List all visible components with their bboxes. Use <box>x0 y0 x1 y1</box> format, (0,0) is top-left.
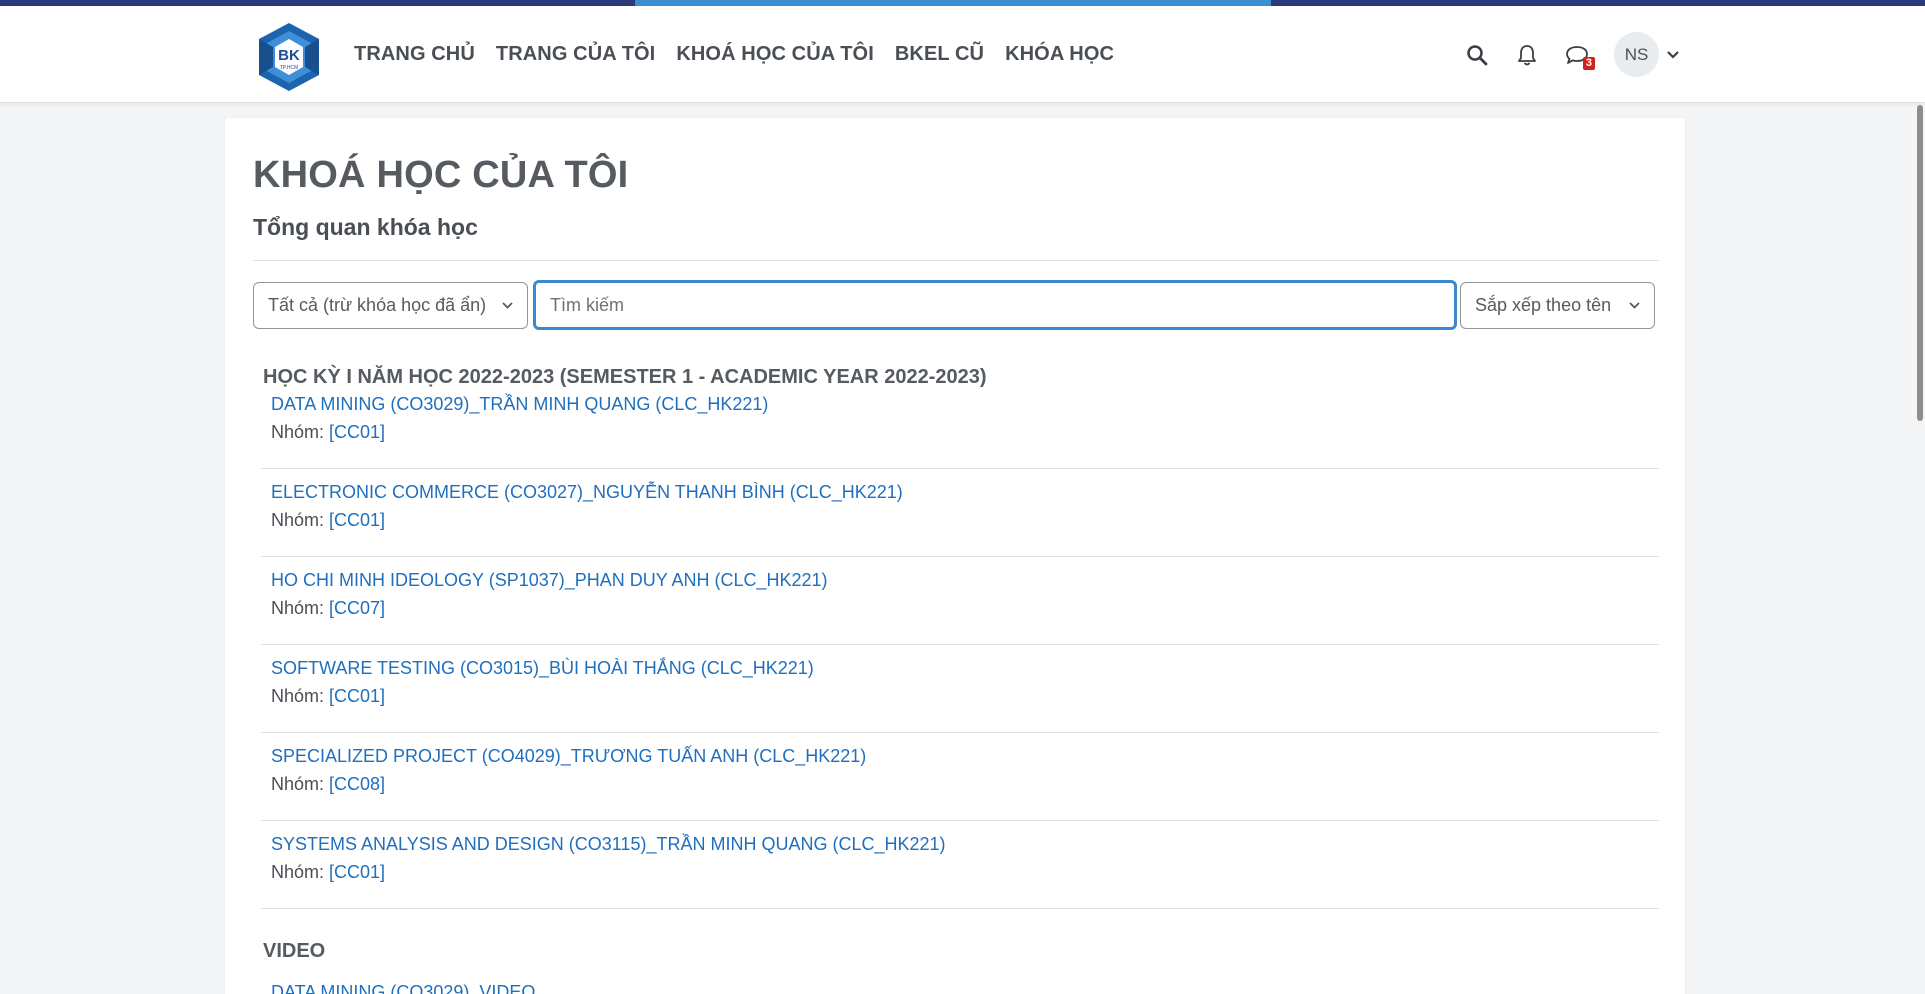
bk-logo-icon: BK TP.HCM <box>259 23 319 91</box>
chevron-down-icon <box>502 302 513 309</box>
nav-bkel-cu[interactable]: BKEL CŨ <box>895 43 984 66</box>
course-link[interactable]: SPECIALIZED PROJECT (CO4029)_TRƯƠNG TUẤN… <box>271 745 1659 767</box>
bell-icon[interactable] <box>1514 42 1540 68</box>
list-item: DATA MINING (CO3029)_TRẦN MINH QUANG (CL… <box>261 381 1659 469</box>
navbar: BK TP.HCM TRANG CHỦ TRANG CỦA TÔI KHOÁ H… <box>0 6 1925 103</box>
user-avatar[interactable]: NS <box>1614 32 1659 77</box>
group-code-link[interactable]: [CC07] <box>329 598 385 618</box>
message-count-badge: 3 <box>1582 56 1595 70</box>
group-label: Nhóm: <box>271 598 325 618</box>
chevron-down-icon <box>1629 302 1640 309</box>
group-label: Nhóm: <box>271 686 325 706</box>
list-item: ELECTRONIC COMMERCE (CO3027)_NGUYỄN THAN… <box>261 469 1659 557</box>
list-item: SPECIALIZED PROJECT (CO4029)_TRƯƠNG TUẤN… <box>261 733 1659 821</box>
course-group: Nhóm: [CC08] <box>271 773 1659 795</box>
main-nav: TRANG CHỦ TRANG CỦA TÔI KHOÁ HỌC CỦA TÔI… <box>354 6 1135 103</box>
search-icon[interactable] <box>1464 42 1490 68</box>
group-label: Nhóm: <box>271 774 325 794</box>
group-code-link[interactable]: [CC01] <box>329 862 385 882</box>
chevron-down-icon[interactable] <box>1667 46 1679 64</box>
course-group: Nhóm: [CC07] <box>271 597 1659 619</box>
group-code-link[interactable]: [CC01] <box>329 686 385 706</box>
nav-actions: 3 NS <box>1440 6 1679 103</box>
course-link[interactable]: DATA MINING (CO3029)_VIDEO <box>271 982 535 994</box>
course-list: DATA MINING (CO3029)_TRẦN MINH QUANG (CL… <box>261 381 1659 909</box>
group-label: Nhóm: <box>271 510 325 530</box>
course-group: Nhóm: [CC01] <box>271 861 1659 883</box>
group-label: Nhóm: <box>271 862 325 882</box>
course-overview-card: KHOÁ HỌC CỦA TÔI Tổng quan khóa học Tất … <box>224 117 1686 994</box>
block-title: Tổng quan khóa học <box>253 214 478 240</box>
course-link[interactable]: ELECTRONIC COMMERCE (CO3027)_NGUYỄN THAN… <box>271 481 1659 503</box>
course-link[interactable]: SYSTEMS ANALYSIS AND DESIGN (CO3115)_TRẦ… <box>271 833 1659 855</box>
scrollbar-thumb[interactable] <box>1917 105 1923 421</box>
svg-text:TP.HCM: TP.HCM <box>280 65 299 71</box>
nav-trang-chu[interactable]: TRANG CHỦ <box>354 43 475 66</box>
course-link[interactable]: SOFTWARE TESTING (CO3015)_BÙI HOÀI THẮNG… <box>271 657 1659 679</box>
search-input[interactable] <box>533 280 1457 330</box>
course-group: Nhóm: [CC01] <box>271 509 1659 531</box>
page-title: KHOÁ HỌC CỦA TÔI <box>253 154 629 196</box>
grouping-value: Tất cả (trừ khóa học đã ẩn) <box>268 295 487 315</box>
sort-value: Sắp xếp theo tên <box>1475 295 1612 315</box>
list-item: SYSTEMS ANALYSIS AND DESIGN (CO3115)_TRẦ… <box>261 821 1659 909</box>
course-group: Nhóm: [CC01] <box>271 685 1659 707</box>
group-title-video: VIDEO <box>263 940 326 962</box>
group-code-link[interactable]: [CC01] <box>329 510 385 530</box>
divider <box>253 260 1659 261</box>
group-code-link[interactable]: [CC08] <box>329 774 385 794</box>
course-link[interactable]: HO CHI MINH IDEOLOGY (SP1037)_PHAN DUY A… <box>271 569 1659 591</box>
messages-icon[interactable]: 3 <box>1564 42 1595 70</box>
page-scrollbar[interactable] <box>1915 103 1925 994</box>
nav-khoa-hoc[interactable]: KHÓA HỌC <box>1005 43 1114 66</box>
sort-dropdown[interactable]: Sắp xếp theo tên <box>1460 282 1655 329</box>
nav-trang-cua-toi[interactable]: TRANG CỦA TÔI <box>496 43 655 66</box>
course-group: Nhóm: [CC01] <box>271 421 1659 443</box>
grouping-dropdown[interactable]: Tất cả (trừ khóa học đã ẩn) <box>253 282 528 329</box>
bk-logo[interactable]: BK TP.HCM <box>253 21 325 93</box>
nav-khoa-hoc-cua-toi[interactable]: KHOÁ HỌC CỦA TÔI <box>676 43 874 66</box>
list-item: HO CHI MINH IDEOLOGY (SP1037)_PHAN DUY A… <box>261 557 1659 645</box>
svg-text:BK: BK <box>278 47 300 64</box>
group-code-link[interactable]: [CC01] <box>329 422 385 442</box>
group-label: Nhóm: <box>271 422 325 442</box>
course-link[interactable]: DATA MINING (CO3029)_TRẦN MINH QUANG (CL… <box>271 393 1659 415</box>
list-item: SOFTWARE TESTING (CO3015)_BÙI HOÀI THẮNG… <box>261 645 1659 733</box>
